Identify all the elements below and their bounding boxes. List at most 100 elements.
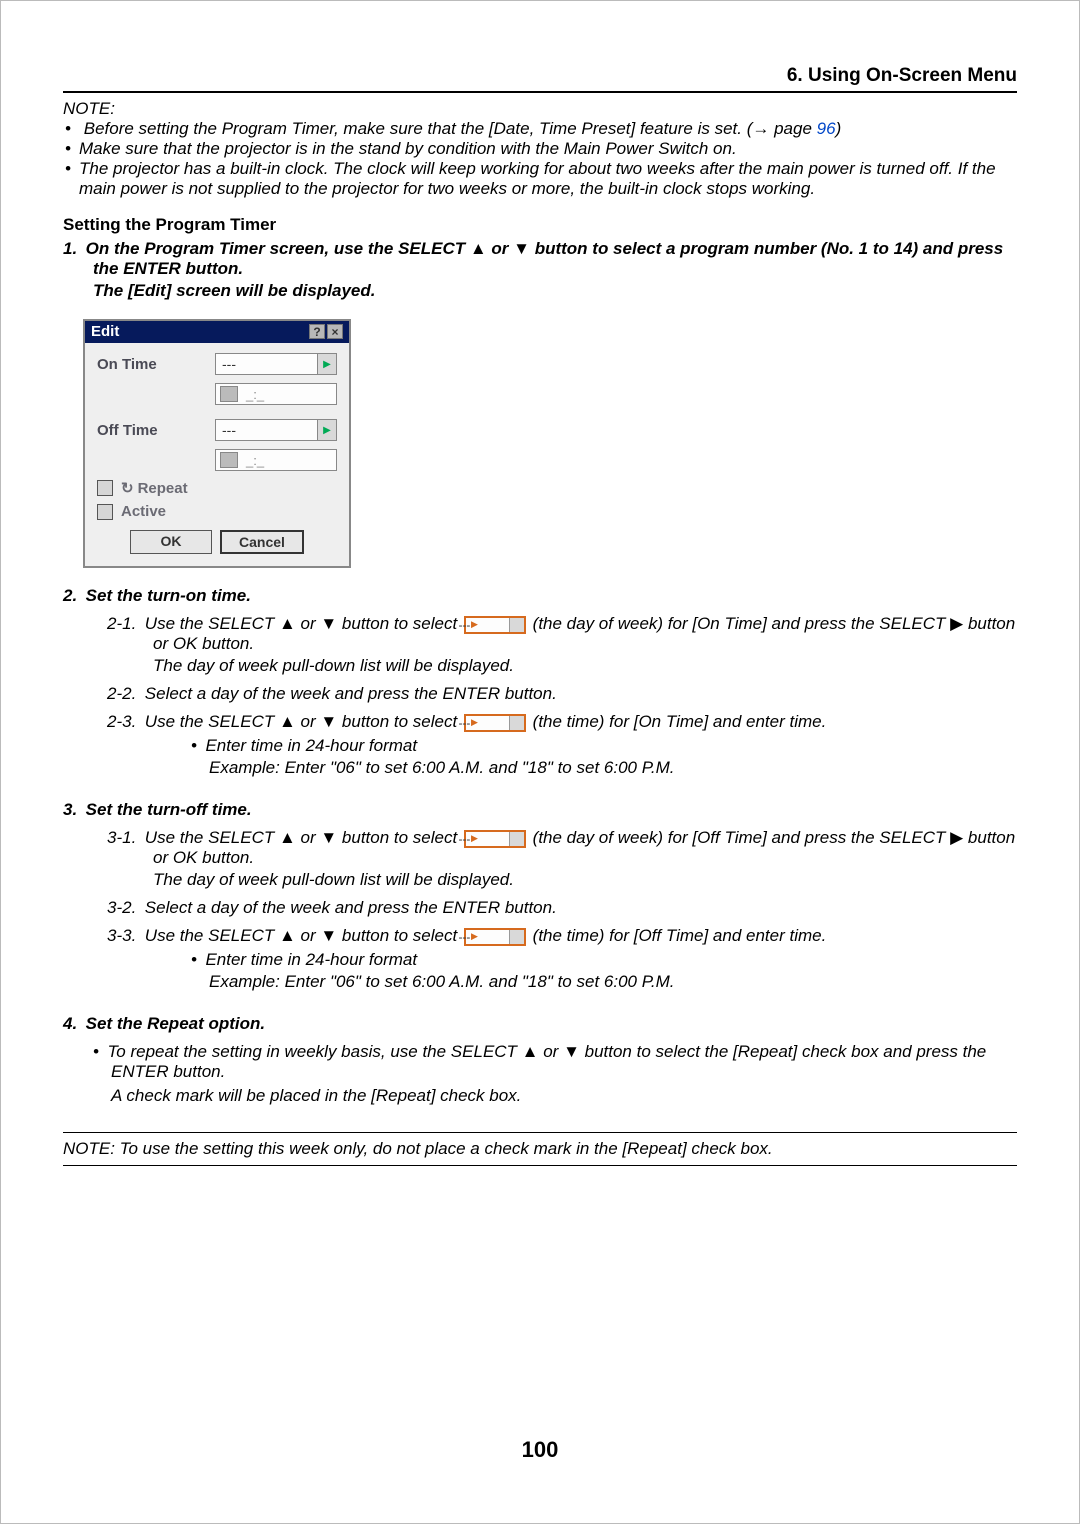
note-item: The projector has a built-in clock. The …	[79, 159, 1017, 199]
t: (the time) for [On Time] and enter time.	[528, 712, 826, 731]
divider	[63, 1165, 1017, 1166]
dialog-titlebar: Edit ? ×	[85, 321, 349, 343]
note-label: NOTE:	[63, 99, 1017, 119]
combo-value: ---	[216, 422, 317, 438]
step-4-b1: • To repeat the setting in weekly basis,…	[93, 1042, 1017, 1082]
step-1: 1. On the Program Timer screen, use the …	[63, 239, 1017, 279]
t: or	[539, 1042, 564, 1061]
chevron-right-icon: ▶	[509, 716, 524, 730]
step-2-2: 2-2. Select a day of the week and press …	[107, 684, 1017, 704]
active-checkbox-row[interactable]: Active	[97, 503, 337, 520]
dialog-title: Edit	[91, 323, 307, 340]
down-icon: ▼	[320, 614, 337, 633]
step-2-3-b2: Example: Enter "06" to set 6:00 A.M. and…	[209, 758, 1017, 778]
up-icon: ▲	[279, 828, 296, 847]
t: (the day of week) for [Off Time] and pre…	[528, 828, 950, 847]
inline-day-combo: ---▶	[464, 830, 526, 848]
up-icon: ▲	[279, 614, 296, 633]
t: 3-1. Use the SELECT	[107, 828, 279, 847]
t: button to select	[337, 712, 462, 731]
chevron-right-icon: ▶	[509, 832, 524, 846]
note-close: )	[836, 119, 842, 138]
step-4-title: 4. Set the Repeat option.	[63, 1014, 1017, 1034]
step-2-3-b1: • Enter time in 24-hour format	[191, 736, 1017, 756]
off-time-time-input[interactable]: _:_	[215, 449, 337, 471]
t: or	[296, 712, 321, 731]
step-2-1: 2-1. Use the SELECT ▲ or ▼ button to sel…	[107, 614, 1017, 654]
t: 3-3. Use the SELECT	[107, 926, 279, 945]
keyboard-icon	[220, 386, 238, 402]
down-icon: ▼	[513, 239, 530, 258]
step-3-2: 3-2. Select a day of the week and press …	[107, 898, 1017, 918]
down-icon: ▼	[320, 828, 337, 847]
time-value: _:_	[246, 387, 264, 402]
t: (the day of week) for [On Time] and pres…	[528, 614, 950, 633]
help-icon[interactable]: ?	[309, 324, 325, 339]
step-3-1-sub: The day of week pull-down list will be d…	[153, 870, 1017, 890]
edit-dialog: Edit ? × On Time --- ▶ _:_	[83, 319, 351, 568]
t: or	[296, 828, 321, 847]
up-icon: ▲	[279, 712, 296, 731]
off-time-label: Off Time	[97, 422, 215, 439]
divider	[63, 91, 1017, 93]
chevron-right-icon: ▶	[509, 930, 524, 944]
section-header: 6. Using On-Screen Menu	[63, 65, 1017, 91]
chevron-right-icon: ▶	[317, 354, 336, 374]
up-icon: ▲	[470, 239, 487, 258]
repeat-icon: ↻	[121, 479, 134, 497]
t: 1. On the Program Timer screen, use the …	[63, 239, 470, 258]
right-icon: ▶	[950, 828, 963, 847]
close-icon[interactable]: ×	[327, 324, 343, 339]
note-list: Before setting the Program Timer, make s…	[63, 119, 1017, 199]
down-icon: ▼	[563, 1042, 580, 1061]
note-item: Make sure that the projector is in the s…	[79, 139, 1017, 159]
t: button to select	[337, 614, 462, 633]
step-3-3: 3-3. Use the SELECT ▲ or ▼ button to sel…	[107, 926, 1017, 946]
page-number: 100	[1, 1437, 1079, 1463]
cancel-button[interactable]: Cancel	[220, 530, 304, 554]
ok-button[interactable]: OK	[130, 530, 212, 554]
t: or	[487, 239, 513, 258]
off-time-day-combo[interactable]: --- ▶	[215, 419, 337, 441]
inline-time-combo: ---▶	[464, 928, 526, 946]
time-value: _:_	[246, 453, 264, 468]
page-link[interactable]: 96	[817, 119, 836, 138]
keyboard-icon	[220, 452, 238, 468]
chevron-right-icon: ▶	[509, 618, 524, 632]
step-3-title: 3. Set the turn-off time.	[63, 800, 1017, 820]
step-2-title: 2. Set the turn-on time.	[63, 586, 1017, 606]
step-3-1: 3-1. Use the SELECT ▲ or ▼ button to sel…	[107, 828, 1017, 868]
note-text: Before setting the Program Timer, make s…	[84, 119, 817, 138]
on-time-time-input[interactable]: _:_	[215, 383, 337, 405]
repeat-label: Repeat	[138, 480, 188, 497]
right-icon: ▶	[950, 614, 963, 633]
divider	[63, 1132, 1017, 1133]
setting-title: Setting the Program Timer	[63, 215, 1017, 235]
step-3-3-b1: • Enter time in 24-hour format	[191, 950, 1017, 970]
step-4-b2: A check mark will be placed in the [Repe…	[111, 1086, 1017, 1106]
t: or	[296, 926, 321, 945]
checkbox-icon	[97, 480, 113, 496]
inline-time-combo: ---▶	[464, 714, 526, 732]
inline-day-combo: ---▶	[464, 616, 526, 634]
up-icon: ▲	[279, 926, 296, 945]
step-1-sub: The [Edit] screen will be displayed.	[93, 281, 1017, 301]
combo-value: ---	[216, 356, 317, 372]
down-icon: ▼	[320, 926, 337, 945]
on-time-day-combo[interactable]: --- ▶	[215, 353, 337, 375]
t: • To repeat the setting in weekly basis,…	[93, 1042, 522, 1061]
down-icon: ▼	[320, 712, 337, 731]
note-item: Before setting the Program Timer, make s…	[79, 119, 1017, 139]
t: or	[296, 614, 321, 633]
t: 2-3. Use the SELECT	[107, 712, 279, 731]
repeat-checkbox-row[interactable]: ↻ Repeat	[97, 479, 337, 497]
note-bottom: NOTE: To use the setting this week only,…	[63, 1139, 1017, 1159]
chevron-right-icon: ▶	[317, 420, 336, 440]
on-time-label: On Time	[97, 356, 215, 373]
t: (the time) for [Off Time] and enter time…	[528, 926, 826, 945]
step-2-1-sub: The day of week pull-down list will be d…	[153, 656, 1017, 676]
step-3-3-b2: Example: Enter "06" to set 6:00 A.M. and…	[209, 972, 1017, 992]
active-label: Active	[121, 503, 166, 520]
up-icon: ▲	[522, 1042, 539, 1061]
checkbox-icon	[97, 504, 113, 520]
